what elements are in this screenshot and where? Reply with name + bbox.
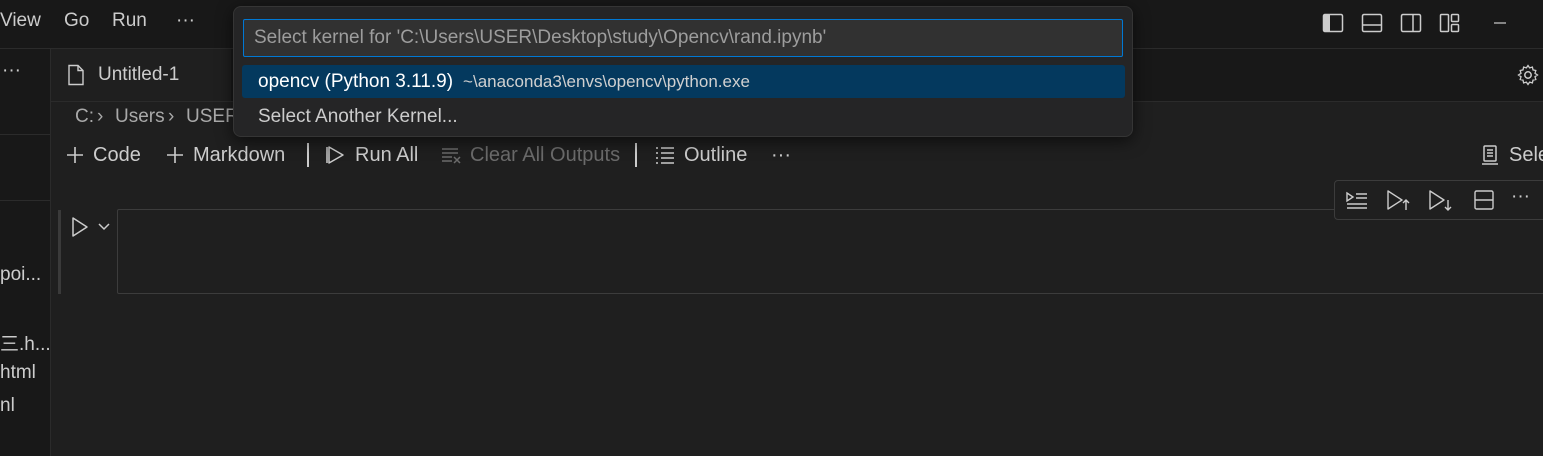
more-icon: ··· [771,143,791,166]
clear-all-outputs-button[interactable]: Clear All Outputs [440,142,620,168]
toggle-secondary-sidebar-icon[interactable] [1399,11,1423,35]
kernel-option-label: Select Another Kernel... [258,105,458,127]
run-all-label: Run All [355,143,419,166]
sidebar-divider [0,200,50,201]
cell-more-icon[interactable]: ··· [1511,186,1530,208]
tab-untitled-1[interactable]: Untitled-1 [51,49,231,101]
list-icon [656,147,674,164]
chevron-down-icon[interactable] [97,220,111,234]
clear-all-icon [442,148,461,164]
add-markdown-label: Markdown [193,143,286,166]
chevron-right-icon: › [168,106,175,127]
chevron-right-icon: › [97,106,104,127]
menu-run[interactable]: Run [112,10,147,32]
select-kernel-label: Sele [1509,143,1543,166]
outline-label: Outline [684,143,748,166]
add-markdown-cell-button[interactable]: Markdown [165,142,285,168]
sidebar-file-item[interactable]: poi... [0,264,41,286]
file-icon [67,64,85,86]
sidebar-more-icon[interactable]: ··· [2,60,21,82]
toggle-panel-icon[interactable] [1360,11,1384,35]
menu-view[interactable]: View [0,10,41,32]
toggle-primary-sidebar-icon[interactable] [1321,11,1345,35]
add-code-label: Code [93,143,141,166]
customize-layout-icon[interactable] [1438,11,1462,35]
execute-above-cells-icon[interactable] [1345,188,1369,212]
settings-gear-icon[interactable] [1516,63,1540,87]
cell-editor[interactable] [117,209,1543,294]
clear-all-label: Clear All Outputs [470,143,621,166]
toolbar-separator [635,143,637,167]
kernel-option-opencv[interactable]: opencv (Python 3.11.9) ~\anaconda3\envs\… [242,65,1125,98]
run-cell-icon[interactable] [70,216,90,238]
sidebar-file-item[interactable]: 三.h... [0,329,51,356]
split-cell-icon[interactable] [1472,188,1496,212]
kernel-option-detail: ~\anaconda3\envs\opencv\python.exe [463,71,750,91]
run-above-icon[interactable] [1386,188,1412,212]
cell-focus-indicator [58,210,61,294]
kernel-quick-pick: opencv (Python 3.11.9) ~\anaconda3\envs\… [233,6,1133,137]
cell-toolbar: ··· [1334,180,1543,220]
breadcrumb-item[interactable]: USER [186,106,239,128]
outline-button[interactable]: Outline [654,142,747,168]
server-icon [1482,145,1498,165]
run-all-icon [326,146,344,164]
sidebar-file-item[interactable]: nl [0,395,15,417]
tab-label: Untitled-1 [98,64,180,85]
kernel-option-label: opencv (Python 3.11.9) [258,70,454,92]
select-another-kernel-option[interactable]: Select Another Kernel... [242,100,1125,133]
add-code-cell-button[interactable]: Code [65,142,141,168]
run-all-button[interactable]: Run All [325,142,418,168]
sidebar-file-item[interactable]: html [0,362,36,384]
run-below-icon[interactable] [1428,188,1454,212]
kernel-search-input[interactable] [243,19,1123,57]
plus-icon [167,147,183,163]
select-kernel-button[interactable]: Sele [1479,142,1543,168]
breadcrumb-item[interactable]: C: [75,106,94,128]
menu-more-button[interactable]: ··· [176,10,195,32]
sidebar-divider [0,134,50,135]
toolbar-separator [307,143,309,167]
menu-go[interactable]: Go [64,10,89,32]
plus-icon [67,147,83,163]
breadcrumb-item[interactable]: Users [115,106,165,128]
toolbar-more-button[interactable]: ··· [771,142,791,168]
minimize-window-icon[interactable] [1488,11,1512,35]
